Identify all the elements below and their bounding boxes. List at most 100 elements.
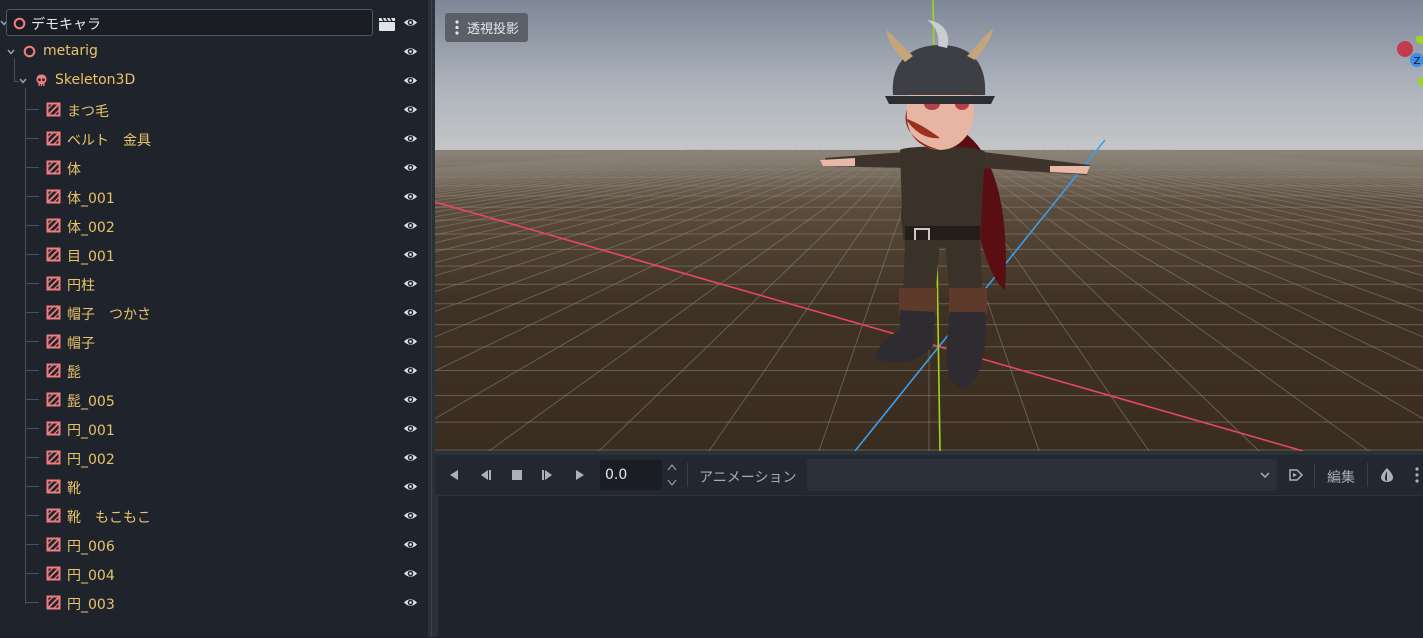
animation-track-editor[interactable]: [438, 495, 1423, 638]
tree-row-mesh[interactable]: まつ毛: [0, 95, 428, 124]
mesh-instance-icon: [46, 392, 61, 407]
spin-arrows-icon[interactable]: [666, 461, 678, 489]
edit-menu-button[interactable]: 編集: [1327, 467, 1355, 487]
toolbar-separator: [1367, 463, 1368, 487]
tree-row-mesh[interactable]: 体: [0, 153, 428, 182]
tree-row-skeleton[interactable]: Skeleton3D: [0, 66, 428, 95]
eye-icon[interactable]: [403, 160, 418, 175]
eye-icon[interactable]: [403, 189, 418, 204]
eye-icon[interactable]: [403, 421, 418, 436]
mesh-instance-icon: [46, 131, 61, 146]
eye-icon[interactable]: [403, 276, 418, 291]
mesh-instance-icon: [46, 305, 61, 320]
gizmo-z-label: Z: [1414, 56, 1421, 67]
mesh-node-label: 体_002: [67, 220, 115, 236]
eye-icon[interactable]: [403, 218, 418, 233]
play-icon[interactable]: [573, 468, 587, 482]
tree-guide: [26, 196, 39, 197]
eye-icon[interactable]: [403, 392, 418, 407]
mesh-instance-icon: [46, 218, 61, 233]
eye-icon[interactable]: [403, 450, 418, 465]
time-input[interactable]: 0.0: [600, 460, 662, 490]
toolbar-separator: [687, 463, 688, 487]
tree-row-mesh[interactable]: 円_001: [0, 414, 428, 443]
tree-row-mesh[interactable]: 帽子: [0, 327, 428, 356]
eye-icon[interactable]: [403, 15, 418, 30]
mesh-instance-icon: [46, 160, 61, 175]
animation-selector[interactable]: [807, 459, 1277, 491]
tree-row-mesh[interactable]: 帽子 つかさ: [0, 298, 428, 327]
tree-row-mesh[interactable]: 靴 もこもこ: [0, 501, 428, 530]
tree-row-mesh[interactable]: 円_004: [0, 559, 428, 588]
skeleton-label: Skeleton3D: [55, 72, 136, 88]
tree-row-mesh[interactable]: 円柱: [0, 269, 428, 298]
mesh-node-label: 体_001: [67, 191, 115, 207]
tree-row-mesh[interactable]: 体_001: [0, 182, 428, 211]
tree-guide: [26, 341, 39, 342]
eye-icon[interactable]: [403, 247, 418, 262]
tree-guide: [26, 167, 39, 168]
eye-icon[interactable]: [403, 566, 418, 581]
mesh-node-label: 靴 もこもこ: [67, 510, 151, 526]
mesh-instance-icon: [46, 247, 61, 262]
eye-icon[interactable]: [403, 537, 418, 552]
tree-row-metarig[interactable]: metarig: [0, 37, 428, 66]
tree-row-mesh[interactable]: 靴: [0, 472, 428, 501]
play-backwards-from-end-icon[interactable]: [478, 468, 492, 482]
tree-row-mesh[interactable]: 目_001: [0, 240, 428, 269]
tree-row-mesh[interactable]: 体_002: [0, 211, 428, 240]
mesh-instance-icon: [46, 189, 61, 204]
mesh-node-label: 靴: [67, 481, 81, 497]
tree-row-mesh[interactable]: 髭_005: [0, 385, 428, 414]
tree-row-mesh[interactable]: ベルト 金具: [0, 124, 428, 153]
mesh-instance-icon: [46, 363, 61, 378]
eye-icon[interactable]: [403, 334, 418, 349]
clapperboard-icon[interactable]: [378, 16, 396, 32]
animation-menu-button[interactable]: アニメーション: [699, 467, 796, 487]
root-node-name-field[interactable]: デモキャラ: [6, 9, 373, 36]
3d-viewport[interactable]: 透視投影 Z: [435, 0, 1423, 451]
orientation-gizmo[interactable]: Z: [1391, 36, 1423, 92]
tree-guide: [26, 370, 39, 371]
chevron-down-icon[interactable]: [5, 46, 17, 58]
tree-row-mesh[interactable]: 円_003: [0, 588, 428, 617]
play-backwards-icon[interactable]: [447, 468, 461, 482]
stop-icon[interactable]: [510, 468, 524, 482]
eye-icon[interactable]: [403, 363, 418, 378]
tree-guide: [26, 283, 39, 284]
tree-guide: [26, 457, 39, 458]
eye-icon[interactable]: [403, 305, 418, 320]
eye-icon[interactable]: [403, 73, 418, 88]
viewport-scene[interactable]: [435, 0, 1423, 451]
tree-row-mesh[interactable]: 円_006: [0, 530, 428, 559]
mesh-node-label: 円_006: [67, 539, 115, 555]
metarig-label: metarig: [43, 43, 98, 59]
mesh-node-label: 円_001: [67, 423, 115, 439]
mesh-node-label: ベルト 金具: [67, 133, 151, 149]
mesh-node-label: 体: [67, 162, 81, 178]
perspective-menu-button[interactable]: 透視投影: [445, 13, 529, 42]
eye-icon[interactable]: [403, 44, 418, 59]
eye-icon[interactable]: [403, 595, 418, 610]
mesh-instance-icon: [46, 102, 61, 117]
mesh-instance-icon: [46, 537, 61, 552]
onion-skinning-icon[interactable]: [1379, 467, 1395, 483]
tree-row-mesh[interactable]: 髭: [0, 356, 428, 385]
chevron-down-icon: [1260, 472, 1270, 479]
eye-icon[interactable]: [403, 479, 418, 494]
kebab-menu-icon[interactable]: [1415, 467, 1419, 483]
tree-row-root[interactable]: デモキャラ: [0, 8, 428, 37]
autoplay-icon[interactable]: [1288, 467, 1304, 483]
eye-icon[interactable]: [403, 102, 418, 117]
tree-guide: [26, 138, 39, 139]
eye-icon[interactable]: [403, 508, 418, 523]
mesh-instance-icon: [46, 450, 61, 465]
eye-icon[interactable]: [403, 131, 418, 146]
node3d-icon: [23, 45, 36, 58]
tree-row-mesh[interactable]: 円_002: [0, 443, 428, 472]
mesh-node-label: 髭_005: [67, 394, 115, 410]
play-from-start-icon[interactable]: [541, 468, 555, 482]
chevron-down-icon[interactable]: [17, 75, 29, 87]
mesh-node-label: まつ毛: [67, 104, 109, 120]
panel-splitter[interactable]: [428, 0, 435, 637]
